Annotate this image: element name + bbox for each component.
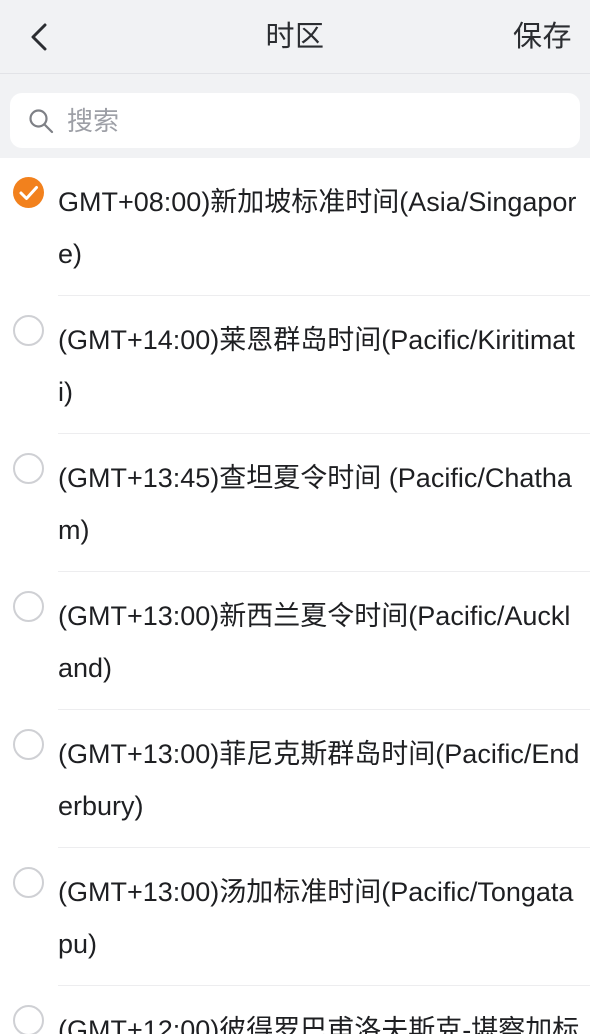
timezone-list: GMT+08:00)新加坡标准时间(Asia/Singapore) (GMT+14… [0, 158, 590, 1034]
radio-unchecked-icon[interactable] [13, 315, 44, 346]
timezone-row[interactable]: (GMT+14:00)莱恩群岛时间(Pacific/Kiritimati) [0, 296, 590, 434]
app-header: 时区 保存 [0, 0, 590, 74]
search-field[interactable]: 搜索 [10, 93, 580, 148]
radio-unchecked-icon[interactable] [13, 1005, 44, 1034]
timezone-row[interactable]: (GMT+13:00)汤加标准时间(Pacific/Tongatapu) [0, 848, 590, 986]
radio-checked-icon[interactable] [13, 177, 44, 208]
timezone-label: (GMT+13:00)菲尼克斯群岛时间(Pacific/Enderbury) [58, 739, 580, 821]
radio-unchecked-icon[interactable] [13, 729, 44, 760]
timezone-row[interactable]: GMT+08:00)新加坡标准时间(Asia/Singapore) [0, 158, 590, 296]
page-title: 时区 [265, 21, 325, 53]
timezone-label: (GMT+14:00)莱恩群岛时间(Pacific/Kiritimati) [58, 325, 575, 407]
radio-unchecked-icon[interactable] [13, 453, 44, 484]
radio-unchecked-icon[interactable] [13, 867, 44, 898]
timezone-picker-screen: 时区 保存 搜索 GMT+08:00)新加坡标准时间(Asia/Singapor… [0, 0, 590, 1034]
timezone-row[interactable]: (GMT+12:00)彼得罗巴甫洛夫斯克-堪察加标准时间(Asia/Kamcha… [0, 986, 590, 1034]
search-icon [28, 108, 54, 134]
timezone-label: (GMT+13:00)汤加标准时间(Pacific/Tongatapu) [58, 877, 574, 959]
timezone-label: (GMT+13:45)查坦夏令时间 (Pacific/Chatham) [58, 463, 572, 545]
search-area: 搜索 [0, 74, 590, 158]
timezone-row[interactable]: (GMT+13:00)新西兰夏令时间(Pacific/Auckland) [0, 572, 590, 710]
timezone-row[interactable]: (GMT+13:45)查坦夏令时间 (Pacific/Chatham) [0, 434, 590, 572]
save-button[interactable]: 保存 [513, 0, 572, 74]
timezone-label: GMT+08:00)新加坡标准时间(Asia/Singapore) [58, 187, 577, 269]
timezone-row[interactable]: (GMT+13:00)菲尼克斯群岛时间(Pacific/Enderbury) [0, 710, 590, 848]
timezone-label: (GMT+12:00)彼得罗巴甫洛夫斯克-堪察加标准时间(Asia/Kamcha… [58, 1015, 580, 1034]
radio-unchecked-icon[interactable] [13, 591, 44, 622]
search-input-placeholder: 搜索 [67, 105, 120, 136]
timezone-label: (GMT+13:00)新西兰夏令时间(Pacific/Auckland) [58, 601, 571, 683]
